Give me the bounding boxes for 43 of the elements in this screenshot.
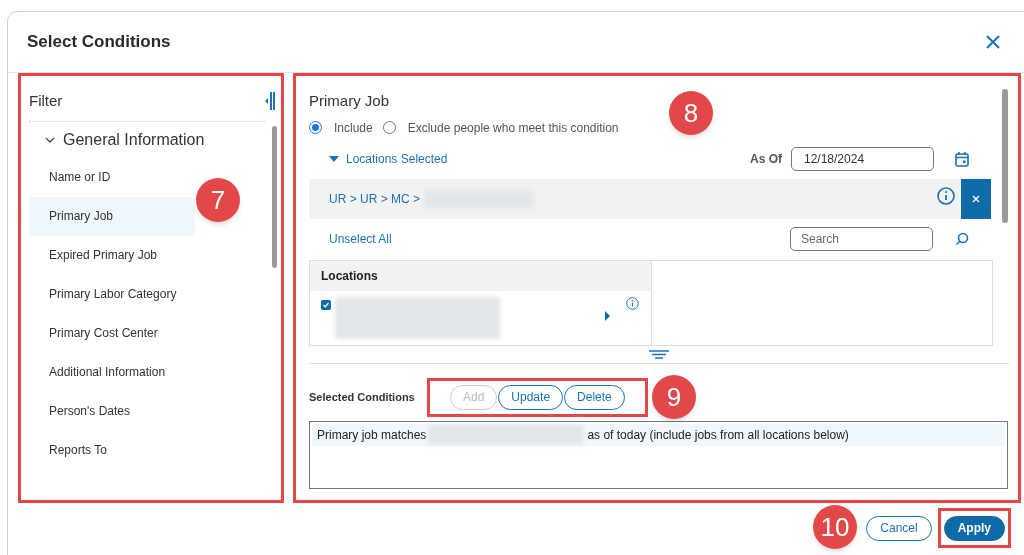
- group-header[interactable]: General Information: [29, 121, 268, 158]
- action-button[interactable]: Delete: [564, 384, 625, 410]
- filter-item[interactable]: Primary Cost Center: [29, 313, 195, 353]
- filter-item[interactable]: Primary Labor Category: [29, 274, 195, 314]
- filter-title: Filter: [29, 91, 63, 111]
- scrollbar[interactable]: [1001, 89, 1008, 223]
- location-path[interactable]: UR > UR > MC >: [329, 189, 421, 208]
- close-icon[interactable]: [986, 35, 1000, 49]
- chevron-icon: [45, 136, 55, 143]
- info-icon[interactable]: [937, 187, 955, 205]
- remove-button[interactable]: [961, 178, 991, 219]
- locations-toggle[interactable]: Locations Selected: [329, 149, 448, 168]
- column-header: Locations: [310, 260, 651, 291]
- filter-item[interactable]: Primary Job: [29, 196, 195, 236]
- condition-text: as of today (include jobs from all locations below): [587, 426, 849, 444]
- unselect-all-link[interactable]: Unselect All: [329, 230, 392, 248]
- filter-item[interactable]: Additional Information: [29, 352, 195, 392]
- filter-item[interactable]: Expired Primary Job: [29, 235, 195, 275]
- search-field[interactable]: Search: [790, 227, 933, 251]
- selected-conditions-label: Selected Conditions: [309, 389, 416, 405]
- condition-row[interactable]: Primary job matches as of today (include jobs from all locations below): [312, 423, 1005, 446]
- radio-label: Include: [334, 119, 373, 137]
- caret-icon: [329, 155, 339, 162]
- scrollbar[interactable]: [272, 125, 277, 268]
- as-of-label: As Of: [750, 150, 782, 168]
- dialog-title: Select Conditions: [27, 31, 171, 54]
- info-icon[interactable]: [626, 296, 639, 310]
- footer-button[interactable]: Apply: [943, 515, 1005, 541]
- action-button[interactable]: Update: [498, 384, 564, 410]
- checkbox[interactable]: [321, 299, 331, 310]
- date-field[interactable]: 12/18/2024: [791, 146, 934, 171]
- filter-item[interactable]: Person's Dates: [29, 391, 195, 431]
- filter-item[interactable]: Name or ID: [29, 157, 195, 197]
- close-icon: [972, 194, 980, 203]
- radio-label: Exclude people who meet this condition: [407, 119, 619, 137]
- footer-button[interactable]: Cancel: [866, 515, 932, 541]
- collapse-panel-icon[interactable]: [265, 92, 275, 111]
- condition-text: Primary job matches: [317, 426, 427, 444]
- search-icon[interactable]: [955, 232, 969, 246]
- resize-handle-icon[interactable]: [649, 349, 669, 360]
- filter-item[interactable]: Reports To: [29, 430, 195, 470]
- calendar-icon[interactable]: [955, 150, 969, 167]
- expand-arrow-icon[interactable]: [605, 310, 610, 321]
